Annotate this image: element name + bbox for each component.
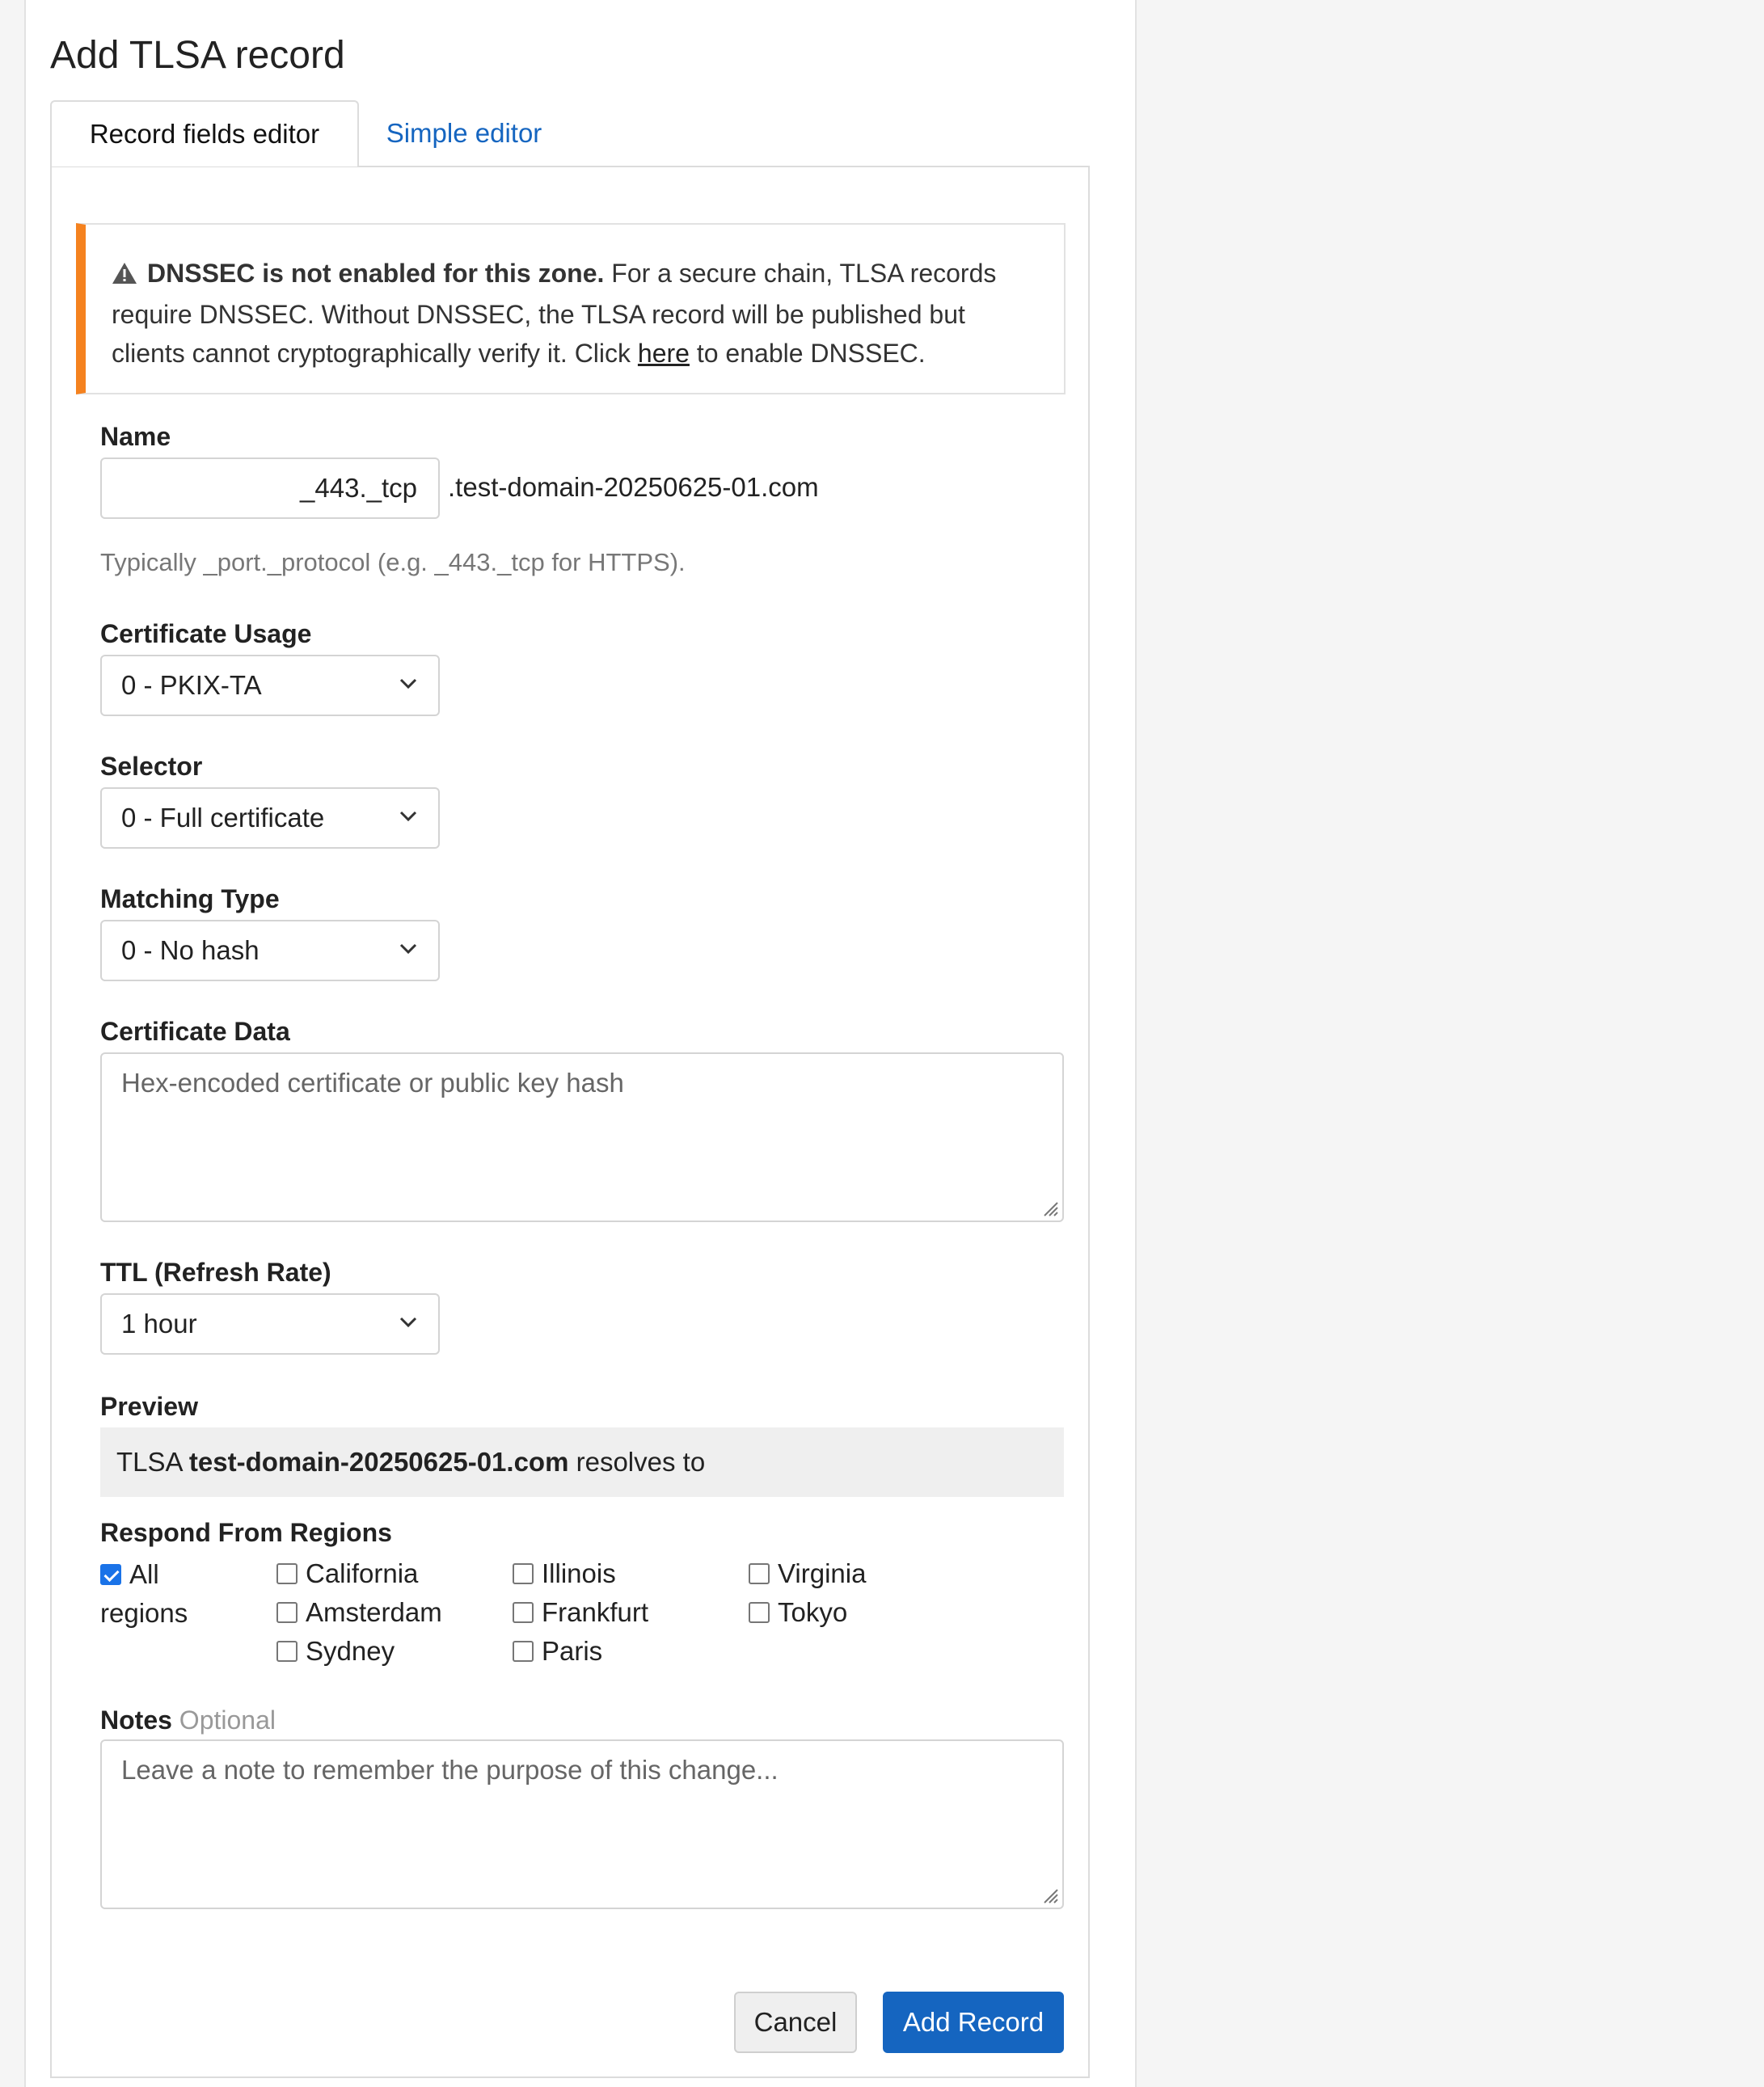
matching-type-label: Matching Type <box>100 884 280 913</box>
selector-select[interactable]: 0 - Full certificate <box>100 787 440 849</box>
notes-label-text: Notes <box>100 1705 172 1735</box>
notes-label: Notes Optional <box>100 1705 276 1735</box>
region-checkbox[interactable] <box>276 1602 298 1623</box>
selector-label: Selector <box>100 752 203 781</box>
all-regions-label-line2: regions <box>100 1598 188 1628</box>
region-label: Virginia <box>778 1558 867 1588</box>
region-label: Sydney <box>306 1636 395 1666</box>
region-label: Frankfurt <box>542 1597 649 1627</box>
region-label: California <box>306 1558 419 1588</box>
cancel-button[interactable]: Cancel <box>734 1992 857 2053</box>
region-illinois[interactable]: Illinois <box>513 1558 616 1589</box>
region-label: Illinois <box>542 1558 616 1588</box>
certificate-data-textarea[interactable]: Hex-encoded certificate or public key ha… <box>100 1052 1064 1222</box>
region-california[interactable]: California <box>276 1558 418 1589</box>
region-checkbox[interactable] <box>749 1563 770 1584</box>
notes-placeholder: Leave a note to remember the purpose of … <box>121 1755 779 1785</box>
notes-optional-hint: Optional <box>179 1705 276 1735</box>
tab-record-fields-editor[interactable]: Record fields editor <box>50 100 359 167</box>
all-regions-label-line1: All <box>129 1559 159 1589</box>
region-label: Paris <box>542 1636 603 1666</box>
region-label: Amsterdam <box>306 1597 442 1627</box>
certificate-usage-select[interactable]: 0 - PKIX-TA <box>100 655 440 716</box>
all-regions-checkbox[interactable] <box>100 1564 121 1585</box>
matching-type-select[interactable]: 0 - No hash <box>100 920 440 981</box>
matching-type-value: 0 - No hash <box>121 935 260 965</box>
name-label: Name <box>100 422 171 451</box>
tab-simple-editor[interactable]: Simple editor <box>359 100 569 167</box>
selector-value: 0 - Full certificate <box>121 803 325 833</box>
region-checkbox[interactable] <box>513 1563 534 1584</box>
certificate-data-placeholder: Hex-encoded certificate or public key ha… <box>121 1068 624 1098</box>
add-record-button[interactable]: Add Record <box>883 1992 1064 2053</box>
region-checkbox[interactable] <box>749 1602 770 1623</box>
warning-text-end: to enable DNSSEC. <box>689 339 926 368</box>
resize-grip-icon[interactable] <box>1040 1198 1059 1217</box>
region-checkbox[interactable] <box>513 1602 534 1623</box>
notes-textarea[interactable]: Leave a note to remember the purpose of … <box>100 1739 1064 1909</box>
page-title: Add TLSA record <box>50 34 345 77</box>
name-input[interactable]: _443._tcp <box>100 457 440 519</box>
chevron-down-icon <box>399 811 417 822</box>
region-checkbox[interactable] <box>513 1641 534 1662</box>
ttl-label: TTL (Refresh Rate) <box>100 1258 331 1287</box>
name-domain-suffix: .test-domain-20250625-01.com <box>448 472 819 502</box>
warning-bold-text: DNSSEC is not enabled for this zone. <box>147 259 605 288</box>
preview-domain: test-domain-20250625-01.com <box>188 1447 569 1477</box>
dnssec-warning: DNSSEC is not enabled for this zone. For… <box>76 223 1066 394</box>
region-frankfurt[interactable]: Frankfurt <box>513 1597 648 1628</box>
region-label: Tokyo <box>778 1597 848 1627</box>
region-paris[interactable]: Paris <box>513 1636 602 1667</box>
ttl-value: 1 hour <box>121 1309 197 1339</box>
name-help-text: Typically _port._protocol (e.g. _443._tc… <box>100 548 686 576</box>
region-checkbox[interactable] <box>276 1641 298 1662</box>
region-checkbox[interactable] <box>276 1563 298 1584</box>
chevron-down-icon <box>399 678 417 689</box>
regions-label: Respond From Regions <box>100 1518 392 1547</box>
chevron-down-icon <box>399 943 417 955</box>
record-preview: TLSA test-domain-20250625-01.com resolve… <box>100 1427 1064 1497</box>
ttl-select[interactable]: 1 hour <box>100 1293 440 1355</box>
region-tokyo[interactable]: Tokyo <box>749 1597 847 1628</box>
preview-suffix: resolves to <box>576 1447 706 1477</box>
warning-icon <box>112 256 137 295</box>
certificate-usage-label: Certificate Usage <box>100 619 312 648</box>
enable-dnssec-link[interactable]: here <box>638 339 690 368</box>
region-amsterdam[interactable]: Amsterdam <box>276 1597 442 1628</box>
region-virginia[interactable]: Virginia <box>749 1558 866 1589</box>
resize-grip-icon[interactable] <box>1040 1885 1059 1904</box>
all-regions-option[interactable]: All regions <box>100 1555 254 1633</box>
certificate-usage-value: 0 - PKIX-TA <box>121 670 262 700</box>
chevron-down-icon <box>399 1317 417 1328</box>
preview-prefix: TLSA <box>116 1447 182 1477</box>
region-sydney[interactable]: Sydney <box>276 1636 395 1667</box>
certificate-data-label: Certificate Data <box>100 1017 290 1046</box>
preview-label: Preview <box>100 1392 198 1421</box>
